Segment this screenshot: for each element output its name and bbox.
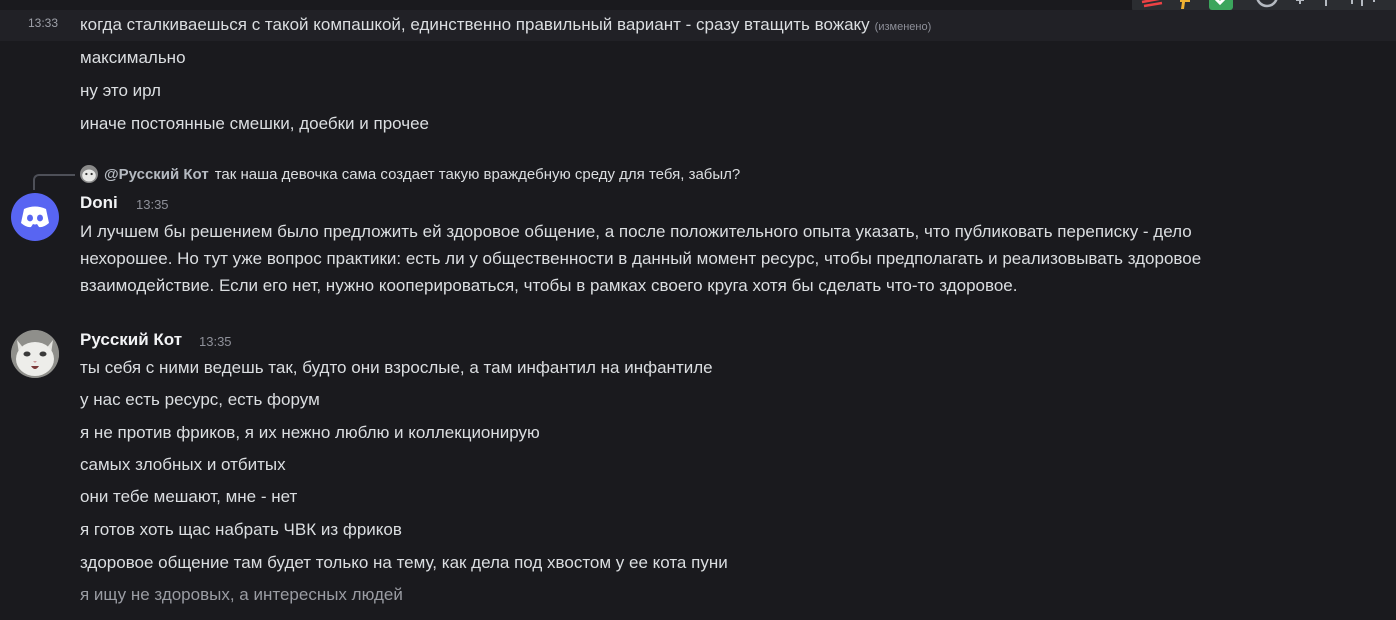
message-text: максимально (80, 48, 186, 67)
cat-avatar[interactable] (11, 330, 59, 378)
message-text: они тебе мешают, мне - нет (80, 487, 298, 506)
thumbs-up-icon[interactable] (1176, 0, 1196, 10)
chat-scroller[interactable]: 13:33 когда сталкиваешься с такой компаш… (0, 0, 1396, 620)
reaction-icon[interactable] (1140, 0, 1168, 8)
message-text: взаимодействие. Если его нет, нужно кооп… (80, 276, 1018, 295)
message-text: самых злобных и отбитых (80, 455, 286, 474)
cat-avatar-small (80, 165, 98, 183)
checkmark-icon[interactable] (1208, 0, 1234, 10)
discord-logo-icon (21, 206, 49, 228)
username[interactable]: Dоni (80, 193, 118, 213)
edited-label: (изменено) (874, 21, 932, 33)
emoji-icon[interactable] (1256, 0, 1278, 8)
message-text: здоровое общение там будет только на тем… (80, 553, 728, 572)
more-icon[interactable] (1292, 0, 1392, 8)
message-text: нехорошее. Но тут уже вопрос практики: е… (80, 249, 1202, 268)
message-timestamp: 13:33 (28, 16, 59, 30)
message-text: И лучшем бы решением было предложить ей … (80, 222, 1192, 241)
reply-mention[interactable]: @Русский Кот (104, 166, 209, 183)
message-text: иначе постоянные смешки, доебки и прочее (80, 114, 430, 133)
reply-preview-text: так наша девочка сама создает такую враж… (214, 165, 741, 183)
username[interactable]: Русский Кот (80, 330, 182, 350)
message-text: я ищу не здоровых, а интересных людей (80, 585, 403, 604)
message-timestamp: 13:35 (199, 334, 232, 349)
message-text: я готов хоть щас набрать ЧВК из фриков (80, 520, 402, 539)
reply-reference[interactable]: @Русский Кот так наша девочка сама созда… (80, 164, 740, 184)
message-text: когда сталкиваешься с такой компашкой, е… (80, 15, 932, 34)
avatar[interactable] (11, 193, 59, 241)
reply-spine (33, 174, 75, 190)
message-text: я не против фриков, я их нежно люблю и к… (80, 423, 540, 442)
message-text: ну это ирл (80, 81, 161, 100)
message-timestamp: 13:35 (136, 197, 169, 212)
message-text: у нас есть ресурс, есть форум (80, 390, 320, 409)
message-text: ты себя с ними ведешь так, будто они взр… (80, 358, 713, 377)
